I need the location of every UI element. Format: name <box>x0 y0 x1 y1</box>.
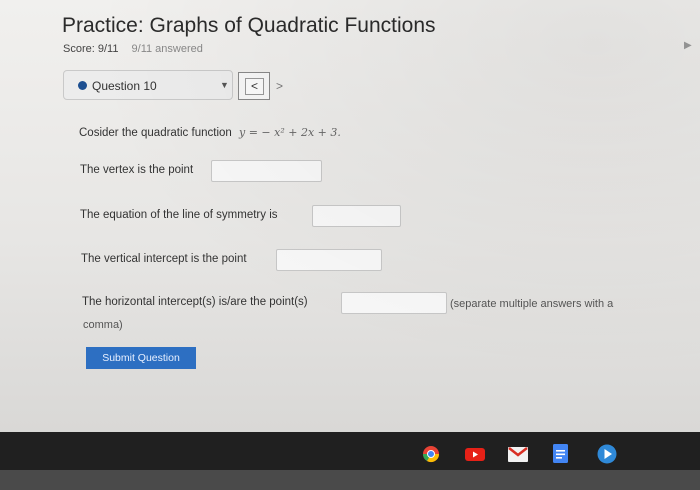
vertical-intercept-input[interactable] <box>276 249 382 271</box>
previous-question-button[interactable]: < <box>238 72 270 100</box>
taskbar <box>0 432 700 470</box>
horizontal-intercept-label: The horizontal intercept(s) is/are the p… <box>82 296 308 308</box>
symmetry-label: The equation of the line of symmetry is <box>80 209 278 221</box>
screen-bezel <box>0 470 700 490</box>
question-label: Question 10 <box>92 79 157 93</box>
next-question-button[interactable]: > <box>276 79 283 93</box>
play-icon[interactable] <box>597 444 617 464</box>
status-dot-icon <box>78 81 87 90</box>
youtube-icon[interactable] <box>465 448 485 461</box>
vertical-intercept-label: The vertical intercept is the point <box>81 253 247 265</box>
vertex-label: The vertex is the point <box>80 164 194 176</box>
answered-text: 9/11 answered <box>131 43 203 55</box>
score-text: Score: 9/11 <box>63 43 119 55</box>
chrome-icon[interactable] <box>422 445 440 463</box>
submit-question-button[interactable]: Submit Question <box>86 347 196 369</box>
dropdown-caret-icon: ▼ <box>220 80 229 90</box>
question-selector[interactable]: Question 10 ▼ <box>63 70 233 100</box>
browser-page: Practice: Graphs of Quadratic Functions … <box>0 0 700 432</box>
docs-icon[interactable] <box>553 444 568 463</box>
horizontal-intercept-input[interactable] <box>341 292 447 314</box>
score-row: Score: 9/11 9/11 answered <box>63 43 203 55</box>
separate-note-continued: comma) <box>83 319 123 331</box>
question-prompt: Cosider the quadratic function y = − x² … <box>79 126 341 139</box>
chevron-left-icon: < <box>251 79 259 93</box>
prompt-text: Cosider the quadratic function <box>79 127 232 139</box>
equation: y = − x² + 2x + 3. <box>239 126 341 139</box>
side-arrow-icon: ▶ <box>684 40 692 51</box>
symmetry-input[interactable] <box>312 205 401 227</box>
page-title: Practice: Graphs of Quadratic Functions <box>62 14 436 37</box>
vertex-input[interactable] <box>211 160 322 182</box>
gmail-icon[interactable] <box>508 447 528 462</box>
separate-note: (separate multiple answers with a <box>450 298 614 310</box>
